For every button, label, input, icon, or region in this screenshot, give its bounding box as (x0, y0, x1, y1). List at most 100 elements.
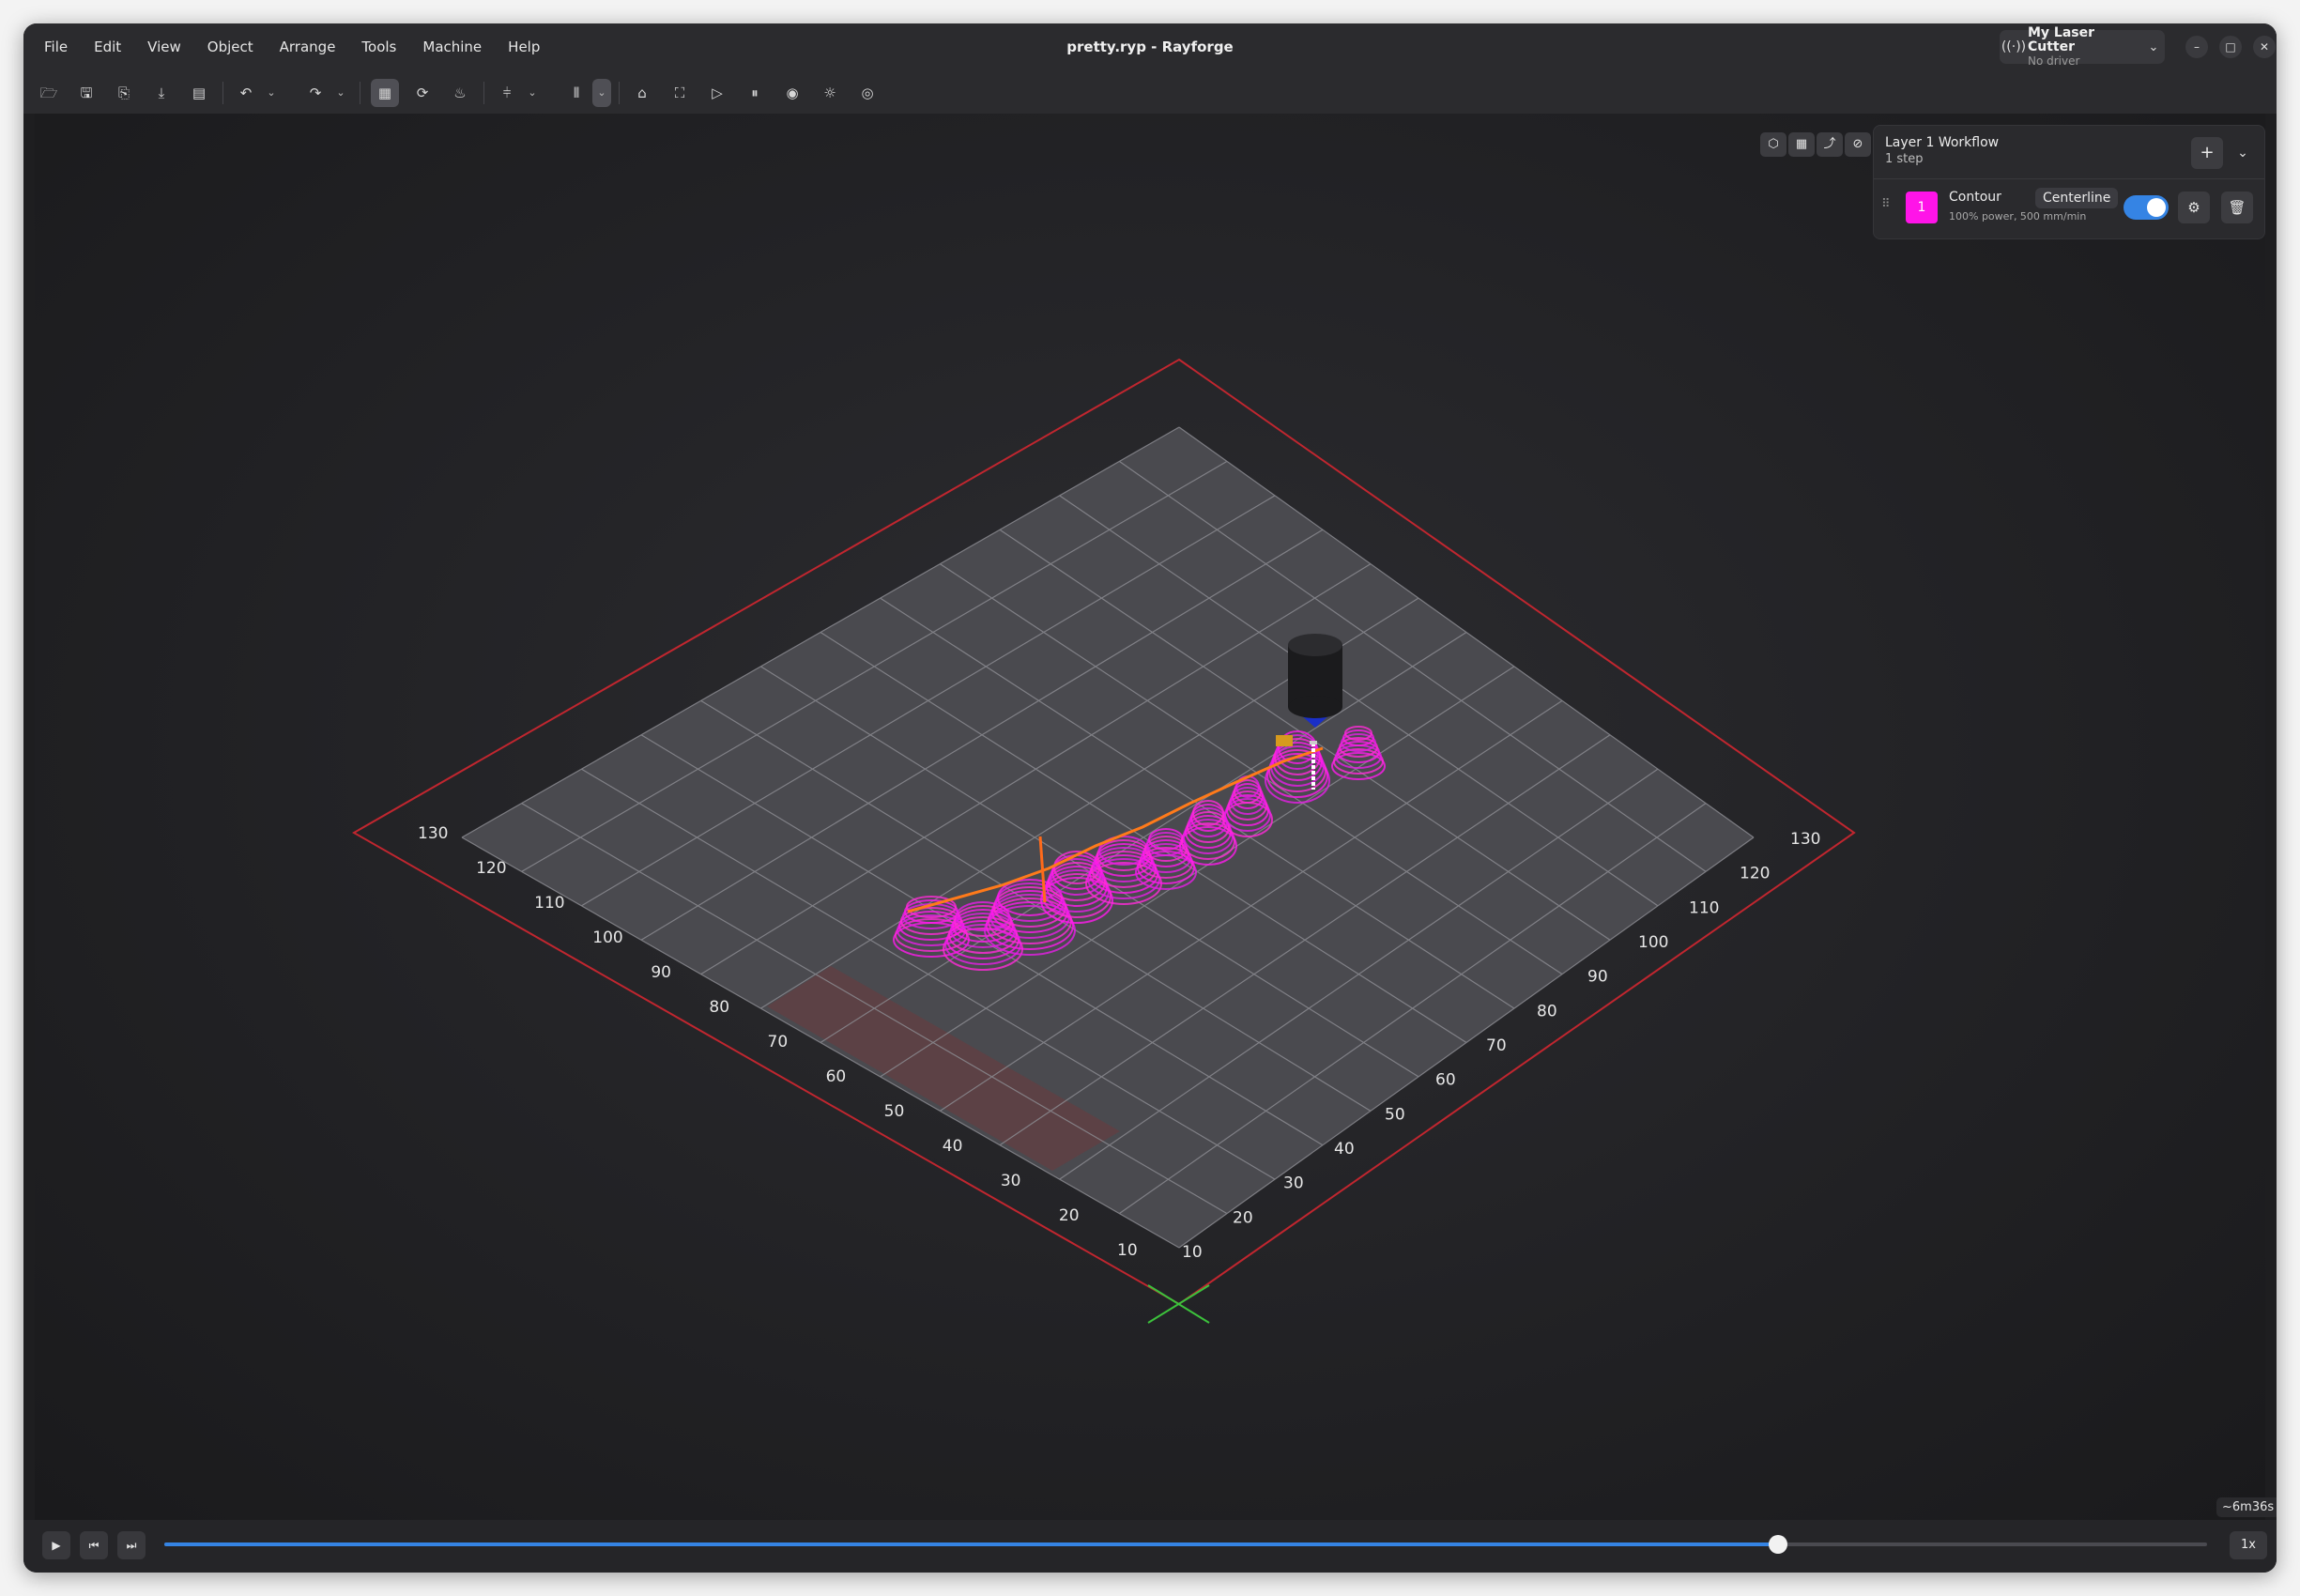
save-as-button[interactable]: ⎘ (110, 79, 138, 107)
undo-history-button[interactable]: ⌄ (262, 79, 281, 107)
maximize-button[interactable]: □ (2219, 36, 2242, 58)
chevron-down-icon: ⌄ (528, 86, 537, 99)
left-axis-label: 80 (709, 998, 729, 1017)
3d-viewport[interactable]: 130 120 110 100 90 80 70 60 50 40 30 20 10 130 120 110… (35, 114, 2277, 1520)
frame-button[interactable]: ⛶ (666, 79, 694, 107)
run-button[interactable]: ▷ (703, 79, 731, 107)
playback-handle[interactable] (1769, 1535, 1788, 1554)
right-axis-label: 70 (1486, 1036, 1507, 1055)
redo-history-button[interactable]: ⌄ (331, 79, 350, 107)
undo-button[interactable]: ↶ (232, 79, 260, 107)
chevron-down-icon: ⌄ (267, 86, 276, 99)
play-icon: ▶ (52, 1539, 61, 1552)
playback-bar: ▶ ⏮ ⏭ 1x (23, 1520, 2277, 1573)
menu-view[interactable]: View (136, 33, 192, 61)
focus-laser-button[interactable]: ☼ (816, 79, 844, 107)
view-grid-button[interactable]: ▦ (1788, 132, 1815, 157)
step-description: 100% power, 500 mm/min (1949, 210, 2087, 223)
left-axis-label: 60 (826, 1067, 847, 1086)
distribute-menu-button[interactable]: ⌄ (592, 79, 611, 107)
right-axis-label: 20 (1233, 1208, 1253, 1227)
origin-marker (1147, 1284, 1210, 1324)
target-icon: ◎ (861, 84, 874, 101)
right-axis-label: 30 (1283, 1174, 1304, 1193)
play-button[interactable]: ▶ (42, 1531, 70, 1559)
step-color-badge: 1 (1906, 192, 1938, 223)
tool-icon: ♨ (453, 84, 467, 101)
skip-forward-icon: ⏭ (126, 1539, 137, 1552)
export-icon: ▤ (192, 84, 207, 101)
import-button[interactable]: ⤓ (147, 79, 176, 107)
left-axis-label: 120 (476, 859, 506, 878)
gear-icon: ⚙ (2187, 199, 2200, 216)
estimated-time: ~6m36s (2216, 1497, 2277, 1517)
playback-progress (164, 1542, 1779, 1546)
chevron-down-icon: ⌄ (2148, 39, 2159, 54)
import-icon: ⤓ (158, 84, 165, 101)
step-delete-button[interactable]: 🗑 (2221, 192, 2253, 223)
record-icon: ◉ (786, 84, 799, 101)
pause-button[interactable]: ⏸ (741, 79, 769, 107)
toolbar: 🗁 🖫 ⎘ ⤓ ▤ ↶ ⌄ ↷ ⌄ ▦ ⟳ ♨ ⫩ ⌄ ⦀ ⌄ ⌂ ⛶ ▷ ⏸ … (23, 70, 2277, 114)
right-axis-label: 50 (1385, 1105, 1405, 1124)
machine-name: My Laser Cutter (2028, 24, 2095, 54)
view-travel-button[interactable]: ⤴ (1817, 132, 1843, 157)
redo-button[interactable]: ↷ (301, 79, 330, 107)
distribute-button[interactable]: ⦀ (562, 79, 590, 107)
minimize-button[interactable]: – (2185, 36, 2208, 58)
home-icon: ⌂ (637, 84, 647, 101)
add-step-button[interactable]: + (2191, 137, 2223, 169)
target-button[interactable]: ◎ (853, 79, 882, 107)
open-button[interactable]: 🗁 (35, 79, 63, 107)
record-button[interactable]: ◉ (778, 79, 806, 107)
save-button[interactable]: 🖫 (72, 79, 100, 107)
align-button[interactable]: ⫩ (493, 79, 521, 107)
close-button[interactable]: ✕ (2253, 36, 2276, 58)
right-axis-label: 90 (1587, 968, 1608, 987)
step-forward-button[interactable]: ⏭ (117, 1531, 146, 1559)
right-axis-label: 40 (1334, 1140, 1355, 1159)
export-gcode-button[interactable]: ▤ (185, 79, 213, 107)
cube-icon: ⬡ (1768, 137, 1779, 151)
workflow-menu-button[interactable]: ⌄ (2229, 137, 2257, 169)
trash-icon: 🗑 (2228, 199, 2246, 216)
distribute-icon: ⦀ (573, 84, 580, 101)
step-enabled-toggle[interactable] (2124, 195, 2169, 220)
speed-button[interactable]: 1x (2230, 1531, 2267, 1559)
simulation-toggle-button[interactable]: ▦ (371, 79, 399, 107)
view-3d-button[interactable]: ⬡ (1760, 132, 1786, 157)
plus-icon: + (2200, 143, 2215, 162)
home-button[interactable]: ⌂ (628, 79, 656, 107)
step-mode-badge[interactable]: Centerline (2035, 188, 2119, 208)
menu-machine[interactable]: Machine (411, 33, 493, 61)
menu-help[interactable]: Help (497, 33, 551, 61)
left-axis-label: 100 (592, 928, 622, 947)
toolbar-separator (619, 82, 620, 104)
menu-arrange[interactable]: Arrange (268, 33, 347, 61)
step-back-button[interactable]: ⏮ (80, 1531, 108, 1559)
right-axis-label: 10 (1182, 1243, 1203, 1262)
left-axis-label: 110 (534, 894, 564, 913)
align-menu-button[interactable]: ⌄ (523, 79, 542, 107)
playback-slider[interactable] (164, 1535, 2207, 1554)
align-icon: ⫩ (502, 84, 512, 101)
menu-edit[interactable]: Edit (83, 33, 132, 61)
undo-icon: ↶ (239, 84, 253, 101)
app-window: File Edit View Object Arrange Tools Mach… (23, 23, 2277, 1573)
chevron-down-icon: ⌄ (597, 86, 606, 99)
menu-tools[interactable]: Tools (350, 33, 407, 61)
refresh-button[interactable]: ⟳ (408, 79, 437, 107)
menu-file[interactable]: File (33, 33, 79, 61)
right-axis-label: 80 (1537, 1002, 1557, 1021)
tool-button[interactable]: ♨ (446, 79, 474, 107)
drag-handle-icon[interactable]: ⠿ (1881, 197, 1891, 211)
maximize-icon: □ (2225, 40, 2236, 54)
workflow-title: Layer 1 Workflow (1885, 135, 2000, 150)
menu-object[interactable]: Object (196, 33, 265, 61)
step-settings-button[interactable]: ⚙ (2178, 192, 2210, 223)
view-hide-button[interactable]: ⊘ (1845, 132, 1871, 157)
right-axis-label: 120 (1740, 865, 1770, 883)
machine-selector[interactable]: ((·)) My Laser Cutter No driver ⌄ (2000, 25, 2165, 68)
simulation-icon: ▦ (377, 84, 392, 101)
minimize-icon: – (2194, 40, 2200, 54)
